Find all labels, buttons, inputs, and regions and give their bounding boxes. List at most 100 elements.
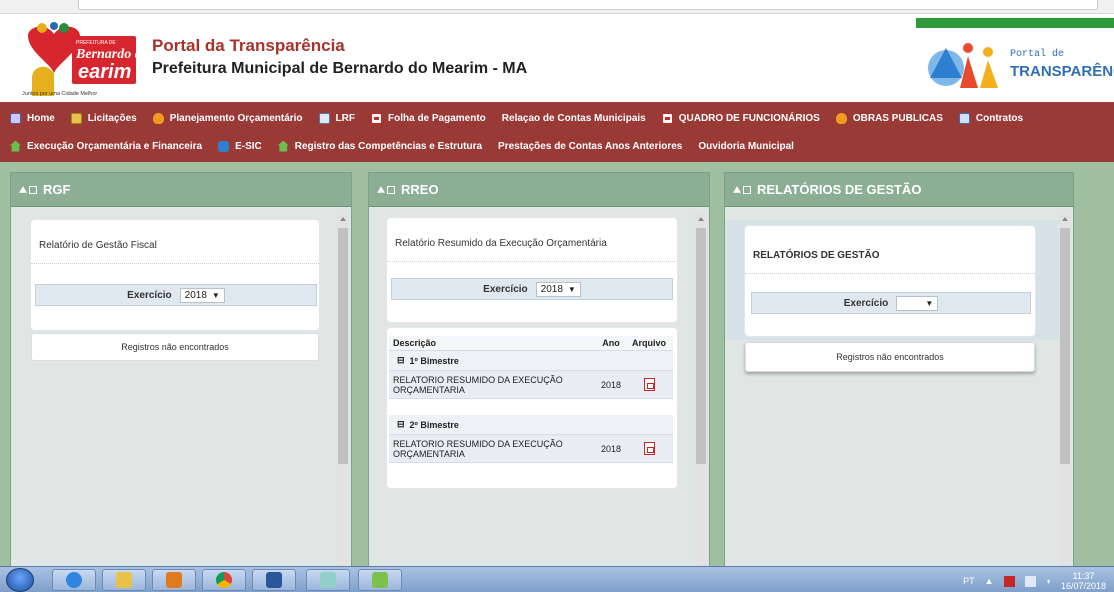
taskbar-explorer[interactable] — [102, 569, 146, 591]
row-arquivo — [627, 442, 671, 455]
nav-item-lrf[interactable]: LRF — [318, 112, 355, 124]
collapse-icon[interactable] — [19, 186, 27, 193]
row-ano: 2018 — [600, 443, 622, 454]
col-arquivo[interactable]: Arquivo — [627, 338, 671, 348]
nav-item-execucao[interactable]: Execução Orçamentária e Financeira — [10, 140, 202, 152]
system-tray: PT ▲ ◖ 11:37 16/07/2018 — [963, 571, 1106, 591]
collapse-group-icon[interactable]: ⊟ — [397, 355, 405, 366]
scroll-up-icon[interactable] — [340, 217, 346, 221]
rgf-card: Relatório de Gestão Fiscal Exercício 201… — [31, 220, 319, 330]
card-title: Relatório de Gestão Fiscal — [31, 220, 319, 264]
scroll-up-icon[interactable] — [1062, 217, 1068, 221]
pdf-icon — [371, 112, 382, 124]
taskbar-outlook[interactable] — [152, 569, 196, 591]
portal-transparencia-logo[interactable]: Portal de TRANSPARÊNCIA — [916, 18, 1114, 100]
logo-text-mearim: earim — [78, 61, 131, 83]
logo-slogan: Juntos por uma Cidade Melhor — [22, 91, 97, 97]
panel-body: RELATÓRIOS DE GESTÃO Exercício ▼ Registr… — [725, 208, 1073, 571]
exercicio-label: Exercício — [483, 283, 528, 295]
scrollbar[interactable] — [337, 214, 349, 571]
exercicio-label: Exercício — [127, 289, 172, 301]
nav-label: E-SIC — [235, 140, 262, 152]
pdf-icon — [661, 112, 673, 124]
group-row-2-bimestre[interactable]: ⊟ 2º Bimestre — [389, 415, 673, 435]
taskbar-chrome[interactable] — [202, 569, 246, 591]
nav-item-planejamento[interactable]: Planejamento Orçamentário — [152, 112, 303, 124]
table-icon — [958, 112, 970, 124]
volume-icon[interactable]: ◖ — [1046, 576, 1051, 586]
start-button[interactable] — [6, 568, 34, 592]
panel-header: RREO — [369, 173, 709, 207]
windows-taskbar: PT ▲ ◖ 11:37 16/07/2018 — [0, 566, 1114, 592]
nav-item-licitacoes[interactable]: Licitações — [70, 112, 137, 124]
nav-item-prestacoes[interactable]: Prestações de Contas Anos Anteriores — [498, 141, 682, 152]
row-descricao: RELATORIO RESUMIDO DA EXECUÇÃO ORÇAMENTA… — [393, 374, 563, 395]
maximize-icon[interactable] — [743, 185, 751, 194]
browser-address-bar[interactable] — [78, 0, 1098, 10]
taskbar-ie[interactable] — [52, 569, 96, 591]
col-descricao[interactable]: Descrição — [389, 338, 595, 348]
logo-text-prefeitura: PREFEITURA DE — [76, 40, 116, 46]
exercicio-select[interactable]: 2018 ▼ — [179, 287, 225, 303]
chevron-down-icon: ▼ — [925, 298, 934, 308]
exercicio-select[interactable]: 2018 ▼ — [535, 281, 581, 297]
site-header: PREFEITURA DE Bernardo do earim Juntos p… — [0, 14, 1114, 102]
municipality-logo[interactable]: PREFEITURA DE Bernardo do earim Juntos p… — [18, 22, 142, 98]
collapse-icon[interactable] — [733, 186, 741, 193]
scrollbar[interactable] — [1059, 214, 1071, 571]
logo-right-line2: TRANSPARÊNCIA — [1010, 62, 1114, 80]
collapse-icon[interactable] — [377, 186, 385, 193]
nav-item-ouvidoria[interactable]: Ouvidoria Municipal — [698, 141, 794, 152]
nav-item-contas-municipais[interactable]: Relaçao de Contas Municipais — [502, 113, 646, 124]
language-indicator[interactable]: PT — [963, 576, 975, 586]
scroll-thumb[interactable] — [696, 228, 706, 464]
nav-label: Relaçao de Contas Municipais — [501, 112, 646, 124]
scroll-up-icon[interactable] — [698, 217, 704, 221]
scrollbar[interactable] — [695, 214, 707, 571]
card-title: Relatório Resumido da Execução Orçamentá… — [387, 218, 677, 262]
exercicio-row: Exercício ▼ — [751, 292, 1031, 314]
nav-item-obras[interactable]: OBRAS PUBLICAS — [835, 112, 943, 124]
nav-label: Licitações — [87, 112, 137, 124]
collapse-group-icon[interactable]: ⊟ — [397, 419, 405, 430]
panel-title: RREO — [401, 182, 439, 197]
nav-item-contratos[interactable]: Contratos — [958, 112, 1023, 124]
exercicio-row: Exercício 2018 ▼ — [35, 284, 317, 306]
taskbar-word[interactable] — [252, 569, 296, 591]
row-arquivo — [627, 378, 671, 391]
nav-label: Prestações de Contas Anos Anteriores — [498, 140, 683, 152]
panel-body: Relatório de Gestão Fiscal Exercício 201… — [11, 208, 351, 571]
municipality-title: Prefeitura Municipal de Bernardo do Mear… — [152, 60, 528, 77]
nav-item-folha[interactable]: Folha de Pagamento — [371, 112, 486, 124]
pdf-icon[interactable] — [643, 378, 655, 391]
nav-label: Planejamento Orçamentário — [169, 112, 303, 124]
exercicio-select[interactable]: ▼ — [896, 295, 939, 311]
nav-row-1: Home Licitações Planejamento Orçamentári… — [10, 105, 1039, 131]
nav-item-home[interactable]: Home — [10, 112, 55, 124]
photos-icon — [320, 572, 336, 588]
group-row-1-bimestre[interactable]: ⊟ 1º Bimestre — [389, 351, 673, 371]
taskbar-photos[interactable] — [306, 569, 350, 591]
taskbar-app[interactable] — [358, 569, 402, 591]
browser-top-strip — [0, 0, 1114, 14]
nav-label: Ouvidoria Municipal — [698, 140, 794, 152]
table-row: RELATORIO RESUMIDO DA EXECUÇÃO ORÇAMENTA… — [389, 435, 673, 463]
scroll-thumb[interactable] — [338, 228, 348, 464]
nav-item-quadro-funcionarios[interactable]: QUADRO DE FUNCIONÁRIOS — [661, 112, 820, 124]
maximize-icon[interactable] — [29, 185, 37, 194]
row-descricao: RELATORIO RESUMIDO DA EXECUÇÃO ORÇAMENTA… — [393, 438, 563, 459]
network-icon[interactable] — [1003, 575, 1015, 587]
table-row: RELATORIO RESUMIDO DA EXECUÇÃO ORÇAMENTA… — [389, 371, 673, 399]
clock[interactable]: 11:37 16/07/2018 — [1061, 571, 1106, 591]
pdf-icon[interactable] — [643, 442, 655, 455]
nav-item-registro-competencias[interactable]: Registro das Competências e Estrutura — [277, 140, 482, 152]
nav-item-esic[interactable]: E-SIC — [218, 140, 262, 152]
select-value: 2018 — [540, 283, 563, 295]
monitor-icon[interactable] — [1024, 575, 1036, 587]
nav-label: Home — [27, 112, 55, 124]
maximize-icon[interactable] — [387, 185, 395, 194]
scroll-thumb[interactable] — [1060, 228, 1070, 464]
col-ano[interactable]: Ano — [595, 338, 627, 348]
chevron-up-icon[interactable]: ▲ — [985, 576, 994, 586]
nav-label: LRF — [335, 112, 355, 124]
